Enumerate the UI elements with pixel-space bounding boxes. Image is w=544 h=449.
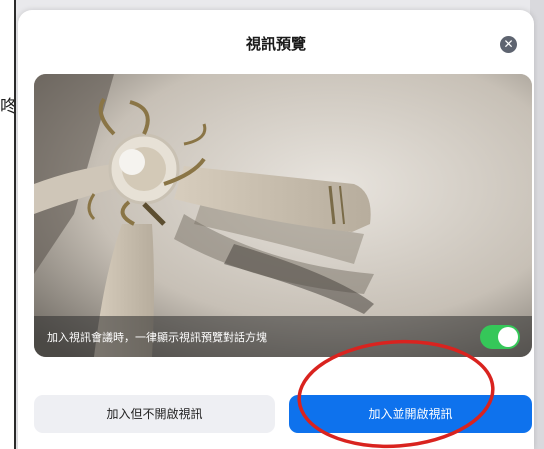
background-left-panel: 咚 (0, 0, 16, 449)
toggle-knob (498, 327, 518, 347)
close-icon[interactable]: ✕ (500, 36, 517, 53)
always-show-preview-label: 加入視訊會議時，一律顯示視訊預覽對話方塊 (47, 331, 267, 344)
dialog-title: 視訊預覽 (245, 35, 306, 53)
camera-preview: 加入視訊會議時，一律顯示視訊預覽對話方塊 (34, 74, 532, 357)
join-with-video-button[interactable]: 加入並開啟視訊 (289, 395, 532, 433)
always-show-preview-toggle[interactable] (480, 325, 520, 349)
video-preview-dialog: 視訊預覽 ✕ 加入視訊會議時，一律顯示視訊預覽對話方塊 加入但不開啟視訊 加入並… (18, 10, 534, 449)
join-without-video-button[interactable]: 加入但不開啟視訊 (34, 395, 275, 433)
preview-setting-bar: 加入視訊會議時，一律顯示視訊預覽對話方塊 (34, 316, 532, 357)
background-text: 咚 (0, 97, 14, 117)
camera-feed-image (34, 74, 532, 357)
